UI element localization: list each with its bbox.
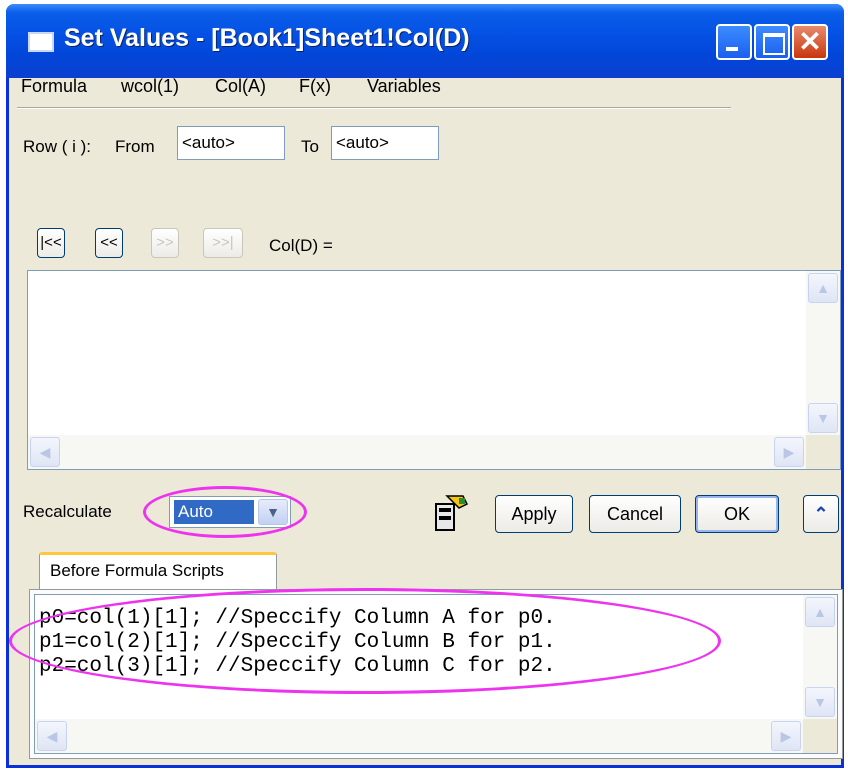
scroll-left-icon[interactable]: ◀	[30, 437, 60, 467]
scroll-right-icon[interactable]: ▶	[771, 721, 801, 751]
apply-button[interactable]: Apply	[495, 495, 573, 533]
script-line: p2=col(3)[1]; //Speccify Column C for p2…	[39, 655, 556, 678]
set-values-dialog: Set Values - [Book1]Sheet1!Col(D) ✕ Form…	[6, 4, 844, 768]
menu-item-fx[interactable]: F(x)	[299, 76, 331, 97]
formula-editor[interactable]: ▲ ▼ ◀ ▶	[27, 270, 841, 470]
window-title: Set Values - [Book1]Sheet1!Col(D)	[64, 24, 470, 52]
column-formula-label: Col(D) =	[269, 236, 333, 255]
menu-item-wcol[interactable]: wcol(1)	[121, 76, 179, 97]
ok-button[interactable]: OK	[695, 495, 779, 533]
first-row-button[interactable]: |<<	[37, 228, 65, 258]
scroll-up-icon[interactable]: ▲	[805, 597, 835, 627]
window-icon	[28, 32, 54, 52]
menu-item-col-a[interactable]: Col(A)	[215, 76, 266, 97]
scroll-up-icon[interactable]: ▲	[808, 273, 838, 303]
script-line: p0=col(1)[1]; //Speccify Column A for p0…	[39, 607, 556, 630]
row-range-label: Row ( i ):	[23, 137, 91, 156]
minimize-icon[interactable]	[716, 24, 752, 60]
script-horizontal-scrollbar[interactable]: ◀ ▶	[35, 719, 803, 753]
scrollbar-corner	[806, 435, 840, 469]
row-to-input[interactable]: <auto>	[331, 126, 439, 160]
menu-item-formula[interactable]: Formula	[21, 76, 87, 97]
formula-horizontal-scrollbar[interactable]: ◀ ▶	[28, 435, 806, 469]
previous-row-button[interactable]: <<	[95, 228, 123, 258]
cancel-button[interactable]: Cancel	[589, 495, 681, 533]
row-from-input[interactable]: <auto>	[177, 126, 285, 160]
recalculate-selected-value: Auto	[174, 500, 254, 524]
script-vertical-scrollbar[interactable]: ▲ ▼	[803, 595, 837, 719]
to-label: To	[301, 137, 319, 156]
scroll-down-icon[interactable]: ▼	[808, 403, 838, 433]
scroll-down-icon[interactable]: ▼	[805, 687, 835, 717]
menu-item-variables[interactable]: Variables	[367, 76, 441, 97]
collapse-up-icon[interactable]: ⌃	[803, 495, 839, 533]
last-row-button[interactable]: >>|	[203, 228, 243, 258]
menu-divider	[17, 107, 731, 109]
chevron-down-icon[interactable]: ▼	[258, 499, 288, 525]
formula-vertical-scrollbar[interactable]: ▲ ▼	[806, 271, 840, 435]
fill-cells-icon[interactable]	[433, 494, 469, 532]
title-bar[interactable]: Set Values - [Book1]Sheet1!Col(D) ✕	[6, 4, 844, 78]
tab-before-formula-scripts[interactable]: Before Formula Scripts	[39, 552, 277, 590]
recalculate-select[interactable]: Auto ▼	[169, 496, 291, 528]
script-tab-panel: p0=col(1)[1]; //Speccify Column A for p0…	[29, 589, 843, 759]
scrollbar-corner	[803, 719, 837, 753]
next-row-button[interactable]: >>	[151, 228, 179, 258]
scroll-right-icon[interactable]: ▶	[774, 437, 804, 467]
script-editor[interactable]: p0=col(1)[1]; //Speccify Column A for p0…	[34, 594, 838, 754]
scroll-left-icon[interactable]: ◀	[37, 721, 67, 751]
from-label: From	[115, 137, 155, 156]
close-icon[interactable]: ✕	[792, 24, 828, 60]
script-line: p1=col(2)[1]; //Speccify Column B for p1…	[39, 631, 556, 654]
maximize-icon[interactable]	[754, 24, 790, 60]
recalculate-label: Recalculate	[23, 502, 112, 521]
